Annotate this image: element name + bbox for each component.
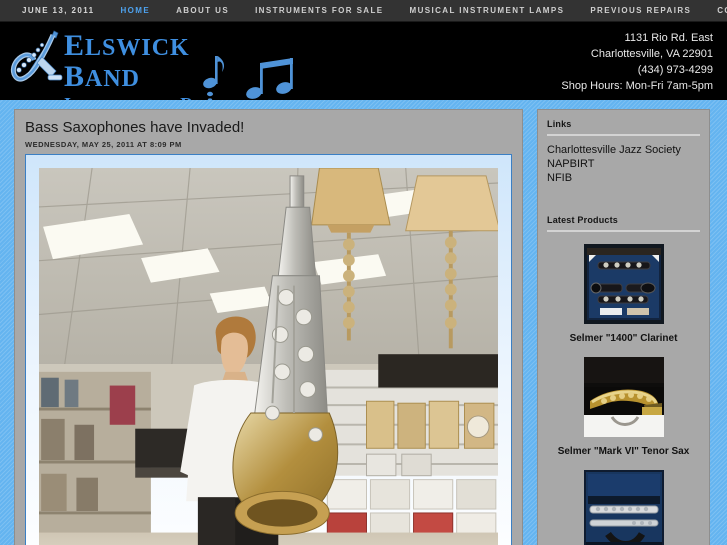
product-name-tenor-sax: Selmer "Mark VI" Tenor Sax — [557, 446, 690, 457]
sidebar-links-section: Links Charlottesville Jazz Society NAPBI… — [547, 119, 700, 185]
site-logo[interactable]: ELSWICK BAND INSTRUMENT REPAIR — [6, 25, 296, 100]
product-thumbnail-clarinet[interactable] — [583, 244, 664, 324]
post-photo-frame — [25, 154, 512, 545]
sidebar-link-charlottesville-jazz-society[interactable]: Charlottesville Jazz Society — [547, 143, 700, 157]
nav-item-home[interactable]: HOME — [120, 6, 150, 15]
contact-address-line: 1131 Rio Rd. East — [624, 32, 713, 44]
nav-item-about-us[interactable]: ABOUT US — [176, 6, 229, 15]
header-contact-info: 1131 Rio Rd. East Charlottesville, VA 22… — [561, 30, 713, 94]
music-notes-icon — [203, 56, 293, 100]
list-item[interactable]: Selmer "1400" Clarinet — [547, 244, 700, 345]
contact-hours: Shop Hours: Mon-Fri 7am-5pm — [561, 80, 713, 92]
nav-item-contact-us[interactable]: CONTACT US — [717, 6, 727, 15]
sidebar-products-divider — [547, 230, 700, 232]
sidebar-link-nfib[interactable]: NFIB — [547, 171, 700, 185]
sidebar-products-section: Latest Products Selmer "1400" Clarinet S… — [547, 215, 700, 545]
sidebar-products-heading: Latest Products — [547, 215, 619, 225]
list-item[interactable]: Selmer "Mark VI" Tenor Sax — [547, 357, 700, 458]
post-timestamp: WEDNESDAY, MAY 25, 2011 AT 8:09 PM — [25, 140, 182, 149]
product-name-clarinet: Selmer "1400" Clarinet — [569, 333, 678, 344]
post-title: Bass Saxophones have Invaded! — [25, 119, 245, 136]
nav-item-instruments-for-sale[interactable]: INSTRUMENTS FOR SALE — [255, 6, 383, 15]
main-content-panel: Bass Saxophones have Invaded! WEDNESDAY,… — [14, 109, 523, 545]
page-body: Bass Saxophones have Invaded! WEDNESDAY,… — [0, 100, 727, 545]
product-thumbnail-tenor-sax[interactable] — [583, 357, 664, 437]
sidebar-links-divider — [547, 134, 700, 136]
sidebar-links-heading: Links — [547, 119, 572, 129]
nav-item-musical-instrument-lamps[interactable]: MUSICAL INSTRUMENT LAMPS — [410, 6, 565, 15]
product-thumbnail-flute[interactable] — [583, 470, 664, 545]
contact-phone: (434) 973-4299 — [637, 64, 713, 76]
sidebar-link-napbirt[interactable]: NAPBIRT — [547, 157, 700, 171]
contact-city-line: Charlottesville, VA 22901 — [590, 48, 713, 60]
current-date: JUNE 13, 2011 — [22, 6, 95, 15]
nav-item-previous-repairs[interactable]: PREVIOUS REPAIRS — [590, 6, 691, 15]
site-header: ELSWICK BAND INSTRUMENT REPAIR — [0, 22, 727, 100]
sidebar-panel: Links Charlottesville Jazz Society NAPBI… — [537, 109, 710, 545]
list-item[interactable] — [547, 470, 700, 545]
post-photo[interactable] — [39, 168, 498, 545]
top-navigation-bar: JUNE 13, 2011 HOME ABOUT US INSTRUMENTS … — [0, 0, 727, 22]
saxophone-icon — [10, 30, 63, 82]
